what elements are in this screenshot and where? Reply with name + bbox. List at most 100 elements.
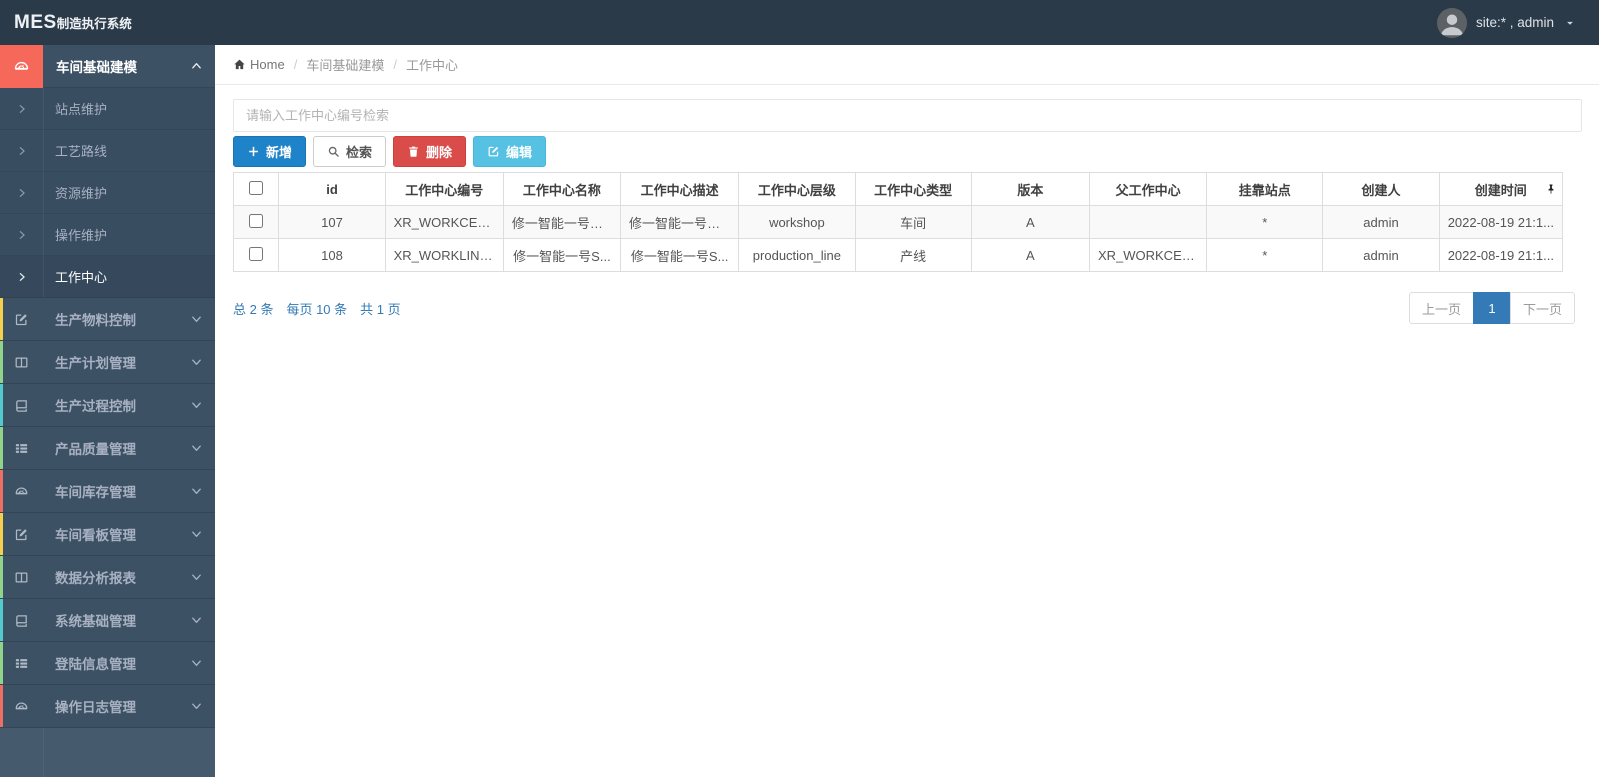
sidebar-submenu-item[interactable]: 操作维护 (0, 214, 215, 256)
column-header[interactable]: 工作中心层级 (738, 172, 856, 206)
gauge-icon (0, 699, 43, 714)
column-header[interactable]: 工作中心描述 (620, 172, 740, 206)
sidebar-group[interactable]: 生产计划管理 (0, 341, 215, 384)
table-cell: 修一智能一号S... (620, 238, 740, 272)
sidebar-group-workshop-modeling[interactable]: 车间基础建模 (0, 44, 215, 88)
sidebar-group[interactable]: 生产物料控制 (0, 298, 215, 341)
breadcrumb-home-label: Home (250, 57, 285, 72)
chevron-down-icon (191, 443, 202, 454)
column-header[interactable]: id (278, 172, 386, 206)
sidebar-submenu-item[interactable]: 工艺路线 (0, 130, 215, 172)
chevron-down-icon (191, 400, 202, 411)
column-header[interactable]: 创建时间 (1438, 172, 1564, 206)
breadcrumb-home[interactable]: Home (233, 57, 285, 72)
sidebar-group[interactable]: 数据分析报表 (0, 556, 215, 599)
column-header[interactable]: 挂靠站点 (1206, 172, 1324, 206)
sidebar-group-label: 车间库存管理 (55, 485, 136, 500)
sidebar-group[interactable]: 系统基础管理 (0, 599, 215, 642)
table-cell: XR_WORKCEN... (1088, 238, 1208, 272)
group-color-strip (0, 642, 3, 684)
sidebar-group[interactable]: 生产过程控制 (0, 384, 215, 427)
table-cell: A (970, 238, 1090, 272)
chevron-down-icon (191, 701, 202, 712)
sidebar-filler (0, 728, 215, 777)
next-page-button[interactable]: 下一页 (1509, 292, 1575, 324)
group-color-strip (0, 341, 3, 383)
sidebar-group[interactable]: 车间库存管理 (0, 470, 215, 513)
table-cell: 107 (278, 205, 386, 239)
user-menu[interactable]: site:* , admin (1436, 7, 1577, 38)
breadcrumb-separator: / (393, 57, 397, 72)
button-label: 检索 (346, 145, 373, 160)
table-cell: admin (1322, 238, 1440, 272)
group-color-strip (0, 298, 3, 340)
topbar: MES 制造执行系统 site:* , admin (0, 0, 1599, 45)
select-all-checkbox[interactable] (249, 180, 264, 195)
chevron-down-icon (191, 486, 202, 497)
sidebar-group[interactable]: 车间看板管理 (0, 513, 215, 556)
header-checkbox-cell (232, 172, 280, 206)
table-cell: workshop (738, 205, 856, 239)
sidebar-group[interactable]: 操作日志管理 (0, 685, 215, 728)
row-checkbox-cell (232, 205, 280, 239)
chevron-down-icon (191, 572, 202, 583)
breadcrumb-separator: / (293, 57, 298, 72)
content-panel: 新增 检索 删除 编辑 id工作中心编号工作中心名称工作中心描述工作中心层级工作中心类… (215, 85, 1599, 324)
caret-down-icon (1563, 16, 1577, 30)
row-checkbox[interactable] (249, 246, 264, 261)
columns-icon (0, 570, 43, 585)
chevron-right-icon (0, 188, 43, 198)
user-label: site:* , admin (1475, 15, 1554, 30)
delete-button[interactable]: 删除 (393, 136, 467, 167)
chevron-down-icon (191, 314, 202, 325)
chevron-down-icon (191, 615, 202, 626)
pencil-square-icon (0, 527, 43, 542)
search-icon (327, 145, 340, 158)
sidebar-submenu-item[interactable]: 资源维护 (0, 172, 215, 214)
group-color-strip (0, 685, 3, 727)
pencil-square-icon (0, 312, 43, 327)
column-header[interactable]: 版本 (970, 172, 1090, 206)
column-header[interactable]: 工作中心名称 (502, 172, 622, 206)
table-cell: 产线 (854, 238, 972, 272)
search-input[interactable] (233, 99, 1582, 132)
sidebar-group[interactable]: 产品质量管理 (0, 427, 215, 470)
table-cell: A (970, 205, 1090, 239)
table-cell (1088, 205, 1208, 239)
column-header[interactable]: 父工作中心 (1088, 172, 1208, 206)
sidebar-group[interactable]: 登陆信息管理 (0, 642, 215, 685)
breadcrumb-item[interactable]: 车间基础建模 (306, 55, 384, 74)
button-label: 删除 (426, 145, 453, 160)
table-row[interactable]: 107 XR_WORKCEN... 修一智能一号车间 修一智能一号车间 workshop… (232, 205, 1564, 239)
group-color-strip (0, 470, 3, 512)
group-color-strip (0, 556, 3, 598)
chevron-down-icon (191, 357, 202, 368)
gauge-icon (0, 484, 43, 499)
sidebar-submenu-label: 操作维护 (55, 228, 108, 243)
column-header[interactable]: 创建人 (1322, 172, 1440, 206)
table-cell: 108 (278, 238, 386, 272)
page-1-button[interactable]: 1 (1472, 292, 1511, 324)
pager-buttons: 上一页 1 下一页 (1408, 292, 1575, 324)
sidebar-group-label: 生产过程控制 (55, 399, 136, 414)
table-cell: * (1206, 238, 1324, 272)
pager-summary[interactable]: 总 2 条 每页 10 条 共 1 页 (233, 299, 401, 318)
add-button[interactable]: 新增 (233, 136, 307, 167)
pin-icon[interactable] (1545, 183, 1557, 195)
search-button[interactable]: 检索 (313, 136, 387, 167)
column-header[interactable]: 工作中心类型 (854, 172, 972, 206)
row-checkbox[interactable] (249, 213, 264, 228)
app-logo: MES 制造执行系统 (14, 12, 132, 34)
table-row[interactable]: 108 XR_WORKLINE... 修一智能一号S... 修一智能一号S... pro… (232, 238, 1564, 272)
sidebar-submenu-item[interactable]: 站点维护 (0, 88, 215, 130)
prev-page-button[interactable]: 上一页 (1408, 292, 1474, 324)
book-icon (0, 398, 43, 413)
sidebar-group-label: 车间看板管理 (55, 528, 136, 543)
edit-button[interactable]: 编辑 (473, 136, 547, 167)
table-cell: * (1206, 205, 1324, 239)
row-checkbox-cell (232, 238, 280, 272)
brand-subtitle: 制造执行系统 (56, 16, 132, 31)
column-header[interactable]: 工作中心编号 (384, 172, 504, 206)
table-cell: XR_WORKCEN... (384, 205, 504, 239)
sidebar-submenu-item-active[interactable]: 工作中心 (0, 256, 215, 298)
